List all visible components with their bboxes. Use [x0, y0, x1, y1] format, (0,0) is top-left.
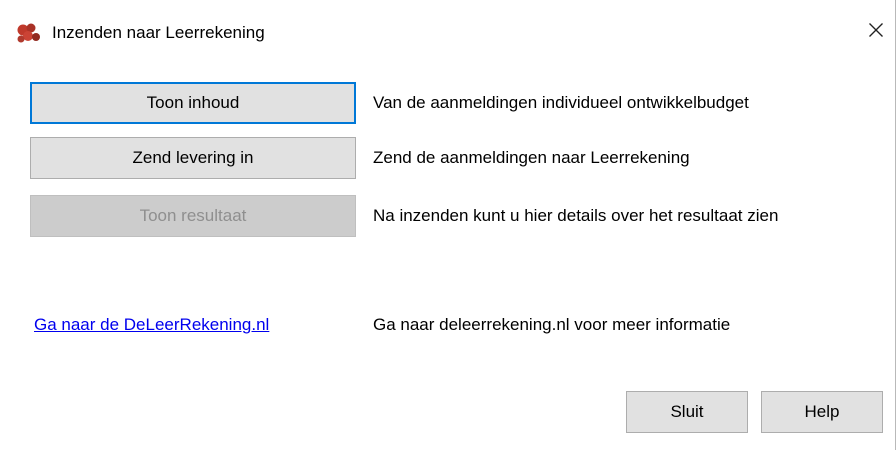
close-dialog-button-label: Sluit: [670, 402, 704, 421]
show-result-description: Na inzenden kunt u hier details over het…: [373, 206, 779, 225]
submit-delivery-description: Zend de aanmeldingen naar Leerrekening: [373, 148, 690, 167]
close-button[interactable]: [857, 8, 895, 56]
show-content-description: Van de aanmeldingen individueel ontwikke…: [373, 93, 749, 112]
close-dialog-button[interactable]: Sluit: [626, 391, 748, 433]
help-button-label: Help: [804, 402, 840, 421]
show-content-button-label: Toon inhoud: [146, 93, 240, 112]
deleerrekening-description: Ga naar deleerrekening.nl voor meer info…: [373, 315, 731, 334]
window-title: Inzenden naar Leerrekening: [52, 23, 265, 42]
show-result-button[interactable]: Toon resultaat: [30, 195, 356, 237]
close-icon: [868, 22, 884, 43]
title-bar: Inzenden naar Leerrekening: [0, 0, 895, 64]
help-button[interactable]: Help: [761, 391, 883, 433]
submit-delivery-button[interactable]: Zend levering in: [30, 137, 356, 179]
deleerrekening-link[interactable]: Ga naar de DeLeerRekening.nl: [34, 315, 269, 335]
submit-delivery-button-label: Zend levering in: [132, 148, 254, 167]
show-result-button-label: Toon resultaat: [139, 206, 247, 225]
show-content-button[interactable]: Toon inhoud: [30, 82, 356, 124]
dialog-window: Inzenden naar Leerrekening Toon inhoud V…: [0, 0, 896, 450]
app-icon: [15, 22, 43, 46]
